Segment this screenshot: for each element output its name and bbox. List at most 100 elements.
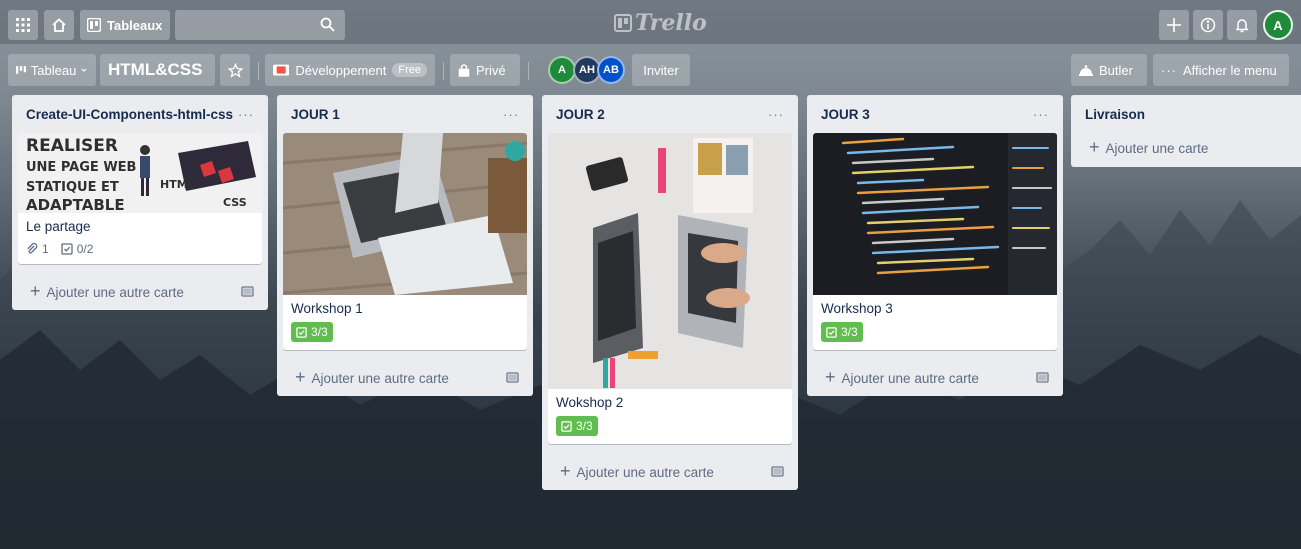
user-avatar[interactable]: A [1263,10,1293,40]
cover-tag: CSS [223,196,247,209]
list-title[interactable]: Create-UI-Components-html-css [26,107,233,122]
cover-tag: HTML [160,178,195,191]
checklist-count: 0/2 [76,242,94,256]
plus-icon: + [295,366,306,387]
more-icon: ··· [1161,62,1177,78]
notifications-button[interactable] [1227,10,1257,40]
list-title[interactable]: JOUR 2 [556,107,605,122]
member-avatar[interactable]: A [548,56,576,84]
board-header: Tableau HTML&CSS Développement Free Priv… [0,54,1301,88]
butler-label: Butler [1099,62,1133,78]
cover-text-line: STATIQUE ET [26,180,119,195]
plus-icon: + [30,280,41,301]
list-menu-icon[interactable]: ··· [238,107,254,122]
card-template-icon[interactable] [506,371,519,384]
home-button[interactable] [44,10,74,40]
card[interactable]: REALISER UNE PAGE WEB STATIQUE ET ADAPTA… [18,133,262,264]
card[interactable]: Workshop 3 3/3 [813,133,1057,350]
checklist-icon [61,243,73,255]
attachment-count: 1 [42,242,49,256]
bell-icon [1235,19,1249,33]
visibility-label: Privé [476,62,506,78]
list-title[interactable]: JOUR 3 [821,107,870,122]
add-card-button[interactable]: + Ajouter une autre carte [12,272,268,310]
list-header: JOUR 2 ··· [542,95,798,133]
card-title: Workshop 3 [821,301,893,316]
list-menu-icon[interactable]: ··· [1033,107,1049,122]
view-label: Tableau [30,62,77,78]
list-livraison: Livraison + Ajouter une carte [1071,95,1301,167]
star-button[interactable] [220,54,250,86]
card-badges: 1 0/2 [26,242,254,256]
member-avatar[interactable]: AB [597,56,625,84]
butler-button[interactable]: Butler [1071,54,1147,86]
top-navigation-bar: Tableaux Trello A [0,0,1301,44]
boards-button[interactable]: Tableaux [80,10,170,40]
add-card-button[interactable]: + Ajouter une autre carte [277,358,533,396]
checklist-icon [296,326,307,338]
add-card-button[interactable]: + Ajouter une autre carte [542,452,798,490]
list-jour-2: JOUR 2 ··· Wokshop 2 3/3 + Ajouter une a… [542,95,798,490]
list-header: Livraison [1071,95,1301,133]
list-create-ui-components: Create-UI-Components-html-css ··· REALIS… [12,95,268,310]
add-card-label: Ajouter une autre carte [576,464,714,480]
divider [443,62,444,80]
card-cover-image: REALISER UNE PAGE WEB STATIQUE ET ADAPTA… [18,133,262,213]
cover-text-line: REALISER [26,136,118,156]
list-title[interactable]: Livraison [1085,107,1145,122]
list-menu-icon[interactable]: ··· [768,107,784,122]
board-view-icon [16,66,26,74]
card-cover-image [813,133,1057,295]
plus-icon [1167,18,1181,32]
list-jour-3: JOUR 3 ··· Workshop 3 3/3 + Ajouter une … [807,95,1063,396]
add-card-label: Ajouter une autre carte [841,370,979,386]
invite-button[interactable]: Inviter [632,54,690,86]
search-box[interactable] [175,10,345,40]
card-cover-image [548,133,792,389]
add-card-button[interactable]: + Ajouter une carte [1071,133,1301,167]
list-title[interactable]: JOUR 1 [291,107,340,122]
card-title: Le partage [26,219,91,234]
add-card-label: Ajouter une autre carte [311,370,449,386]
card[interactable]: Workshop 1 3/3 [283,133,527,350]
workspace-button[interactable]: Développement Free [265,54,435,86]
divider [528,62,529,80]
divider [258,62,259,80]
board-title: HTML&CSS [108,60,203,79]
checklist-badge: 3/3 [291,322,333,342]
list-header: Create-UI-Components-html-css ··· [12,95,268,133]
list-jour-1: JOUR 1 ··· Workshop 1 3/3 + Ajouter une a… [277,95,533,396]
visibility-button[interactable]: Privé [450,54,520,86]
add-card-label: Ajouter une carte [1105,140,1209,156]
plus-icon: + [825,366,836,387]
show-menu-button[interactable]: ··· Afficher le menu [1153,54,1289,86]
grid-icon [16,18,30,32]
apps-grid-button[interactable] [8,10,38,40]
boards-label: Tableaux [107,17,163,33]
attachment-icon [27,243,38,254]
home-icon [52,18,66,32]
card-template-icon[interactable] [1036,371,1049,384]
logo-text: Trello [635,10,707,36]
card-title: Workshop 1 [291,301,363,316]
list-header: JOUR 3 ··· [807,95,1063,133]
plus-icon: + [560,460,571,481]
card-template-icon[interactable] [771,465,784,478]
trello-logo[interactable]: Trello [614,10,707,36]
info-button[interactable] [1193,10,1223,40]
plan-badge: Free [392,63,427,77]
card[interactable]: Wokshop 2 3/3 [548,133,792,444]
board-icon [87,18,101,32]
info-icon [1200,17,1216,33]
board-title-button[interactable]: HTML&CSS [100,54,215,86]
view-switcher-button[interactable]: Tableau [8,54,96,86]
checklist-count: 3/3 [576,419,593,433]
add-card-button[interactable]: + Ajouter une autre carte [807,358,1063,396]
checklist-icon [561,420,572,432]
card-template-icon[interactable] [241,285,254,298]
create-button[interactable] [1159,10,1189,40]
card-cover-image [283,133,527,295]
star-icon [227,62,243,78]
list-menu-icon[interactable]: ··· [503,107,519,122]
search-icon [320,17,335,32]
